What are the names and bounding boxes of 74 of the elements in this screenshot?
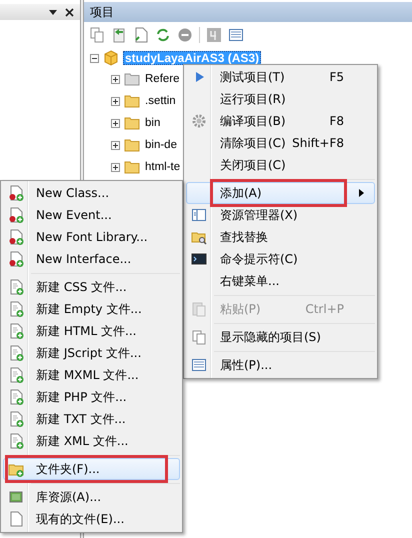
new-file-icon — [8, 433, 24, 449]
expand-icon[interactable] — [111, 96, 120, 106]
menu-item[interactable]: 库资源(A)... — [3, 486, 180, 508]
clipboard-icon — [191, 301, 207, 317]
new-file-icon — [8, 323, 24, 339]
menu-item[interactable]: 清除项目(C) Shift+F8 — [186, 132, 375, 154]
submenu-arrow-icon — [359, 189, 364, 197]
tree-item[interactable]: .settin — [144, 95, 177, 107]
class-file-icon — [8, 251, 24, 267]
new-file-icon — [8, 345, 24, 361]
pages-icon — [191, 329, 207, 345]
menu-item[interactable]: 显示隐藏的项目(S) — [186, 326, 375, 348]
collapse-icon[interactable] — [90, 54, 99, 62]
menu-item[interactable]: 新建 PHP 文件... — [3, 386, 180, 408]
document-icon[interactable] — [133, 27, 149, 43]
folder-icon — [124, 160, 140, 174]
expand-icon[interactable] — [111, 74, 120, 84]
new-file-icon — [8, 411, 24, 427]
list-icon[interactable] — [228, 27, 244, 43]
new-file-icon — [8, 279, 24, 295]
menu-item[interactable]: New Interface... — [3, 248, 180, 270]
menu-item[interactable]: 新建 TXT 文件... — [3, 408, 180, 430]
menu-item[interactable]: New Class... — [3, 182, 180, 204]
menu-item[interactable]: 新建 Empty 文件... — [3, 298, 180, 320]
menu-item[interactable]: 新建 JScript 文件... — [3, 342, 180, 364]
tree-item[interactable]: Refere — [144, 73, 181, 85]
menu-item[interactable]: 新建 CSS 文件... — [3, 276, 180, 298]
tree-item[interactable]: html-te — [144, 161, 182, 173]
folder-icon — [124, 94, 140, 108]
menu-item[interactable]: 属性(P)... — [186, 354, 375, 376]
menu-item[interactable]: 文件夹(F)... — [3, 458, 180, 480]
remove-icon[interactable] — [177, 27, 193, 43]
menu-item[interactable]: 测试项目(T) F5 — [186, 66, 375, 88]
close-icon[interactable] — [65, 8, 74, 16]
copy-icon[interactable] — [89, 27, 105, 43]
expand-icon[interactable] — [111, 118, 120, 128]
paste-icon[interactable] — [111, 27, 127, 43]
tree-item[interactable]: bin — [144, 117, 162, 129]
menu-item[interactable]: 右键菜单... — [186, 270, 375, 292]
menu-item[interactable]: 添加(A) — [186, 182, 375, 204]
tree-item[interactable]: bin-de — [144, 139, 178, 151]
menu-item[interactable]: 关闭项目(C) — [186, 154, 375, 176]
panel-title: 项目 — [84, 2, 412, 22]
folder-icon — [124, 116, 140, 130]
class-file-icon — [8, 185, 24, 201]
monitor-icon — [8, 489, 24, 505]
window-icon — [191, 207, 207, 223]
refresh-icon[interactable] — [155, 27, 171, 43]
menu-item[interactable]: New Font Library... — [3, 226, 180, 248]
folder-icon — [124, 138, 140, 152]
menu-item[interactable]: 现有的文件(E)... — [3, 508, 180, 530]
menu-item[interactable]: 新建 MXML 文件... — [3, 364, 180, 386]
menu-item[interactable]: 查找替换 — [186, 226, 375, 248]
class-file-icon — [8, 207, 24, 223]
file-icon — [8, 511, 24, 527]
menu-item[interactable]: 资源管理器(X) — [186, 204, 375, 226]
expand-icon[interactable] — [111, 140, 120, 150]
menu-item[interactable]: 新建 XML 文件... — [3, 430, 180, 452]
folder-icon — [124, 72, 140, 86]
gear-icon — [191, 113, 207, 129]
menu-item[interactable]: 编译项目(B) F8 — [186, 110, 375, 132]
console-icon — [191, 251, 207, 267]
new-file-icon — [8, 301, 24, 317]
menu-item[interactable]: 命令提示符(C) — [186, 248, 375, 270]
menu-item[interactable]: New Event... — [3, 204, 180, 226]
new-file-icon — [8, 367, 24, 383]
dropdown-icon[interactable] — [49, 10, 57, 14]
new-file-icon — [8, 389, 24, 405]
menu-item[interactable]: 新建 HTML 文件... — [3, 320, 180, 342]
menu-item[interactable]: 运行项目(R) — [186, 88, 375, 110]
project-icon — [103, 50, 119, 66]
class-file-icon — [8, 229, 24, 245]
expand-icon[interactable] — [111, 162, 120, 172]
list-icon — [191, 357, 207, 373]
